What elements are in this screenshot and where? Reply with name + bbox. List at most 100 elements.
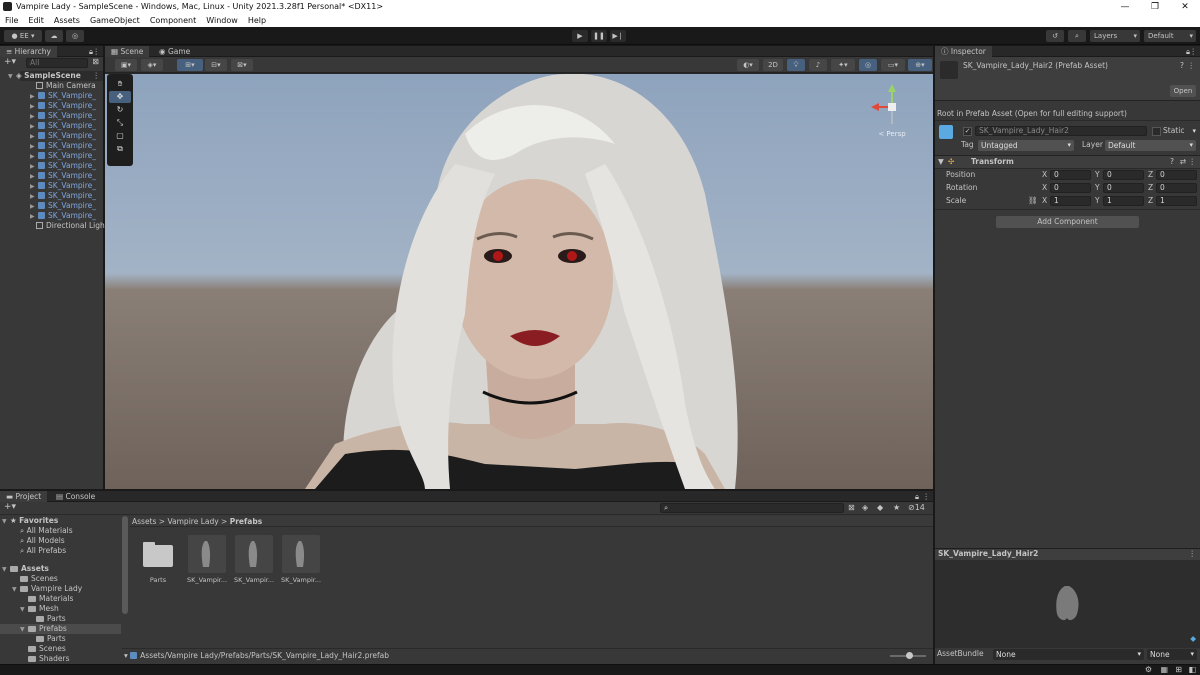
breadcrumb-item[interactable]: Vampire Lady [167, 517, 218, 526]
grid-snap-icon[interactable]: ⊞▾ [177, 59, 203, 71]
tab-project[interactable]: ▬ Project [0, 491, 48, 502]
visibility-icon[interactable]: ◎ [859, 59, 877, 71]
rotation-z[interactable]: 0 [1156, 183, 1197, 193]
hierarchy-item[interactable]: ▶ SK_Vampire_ [30, 111, 96, 121]
account-dropdown[interactable]: ● EE ▾ [4, 30, 42, 42]
hand-tool-icon[interactable]: ✋︎ [109, 78, 131, 90]
menu-component[interactable]: Component [145, 14, 201, 27]
hidden-packages-icon[interactable]: ⊘14 [908, 503, 925, 512]
add-component-button[interactable]: Add Component [996, 216, 1139, 228]
zoom-slider-handle[interactable] [906, 652, 913, 659]
toggle-2d-button[interactable]: 2D [763, 59, 783, 71]
static-dropdown[interactable] [1191, 126, 1199, 137]
hierarchy-item[interactable]: ▶ SK_Vampire_ [30, 181, 96, 191]
layers-dropdown[interactable]: Layers ▾ [1090, 30, 1140, 42]
scale-tool-icon[interactable]: ⤡ [109, 117, 131, 129]
prefab-thumbnail[interactable] [235, 535, 273, 573]
hierarchy-item[interactable]: ▶ SK_Vampire_ [30, 151, 96, 161]
asset-label[interactable]: SK_Vampir... [183, 576, 231, 584]
tree-scrollbar[interactable] [122, 516, 128, 614]
filter-icon[interactable]: ⊠ [92, 57, 99, 66]
folder-item[interactable]: Shaders [28, 654, 69, 664]
render-mode-icon[interactable]: ◈▾ [141, 59, 163, 71]
move-tool-icon[interactable]: ✥ [109, 91, 131, 103]
folder-item-selected[interactable]: ▼ Prefabs [0, 624, 121, 634]
menu-assets[interactable]: Assets [49, 14, 85, 27]
folder-item[interactable]: Scenes [28, 644, 66, 654]
menu-window[interactable]: Window [201, 14, 243, 27]
tab-console[interactable]: ▤ Console [50, 491, 101, 502]
lighting-icon[interactable]: 💡︎ [787, 59, 805, 71]
pause-button[interactable]: ❚❚ [591, 30, 607, 42]
menu-file[interactable]: File [0, 14, 23, 27]
tab-hierarchy[interactable]: ≡ Hierarchy [0, 46, 57, 57]
menu-help[interactable]: Help [243, 14, 271, 27]
rotation-y[interactable]: 0 [1103, 183, 1144, 193]
scale-x[interactable]: 1 [1050, 196, 1091, 206]
rect-tool-icon[interactable]: ▢ [109, 130, 131, 142]
hierarchy-item[interactable]: ▶ SK_Vampire_ [30, 141, 96, 151]
minimize-icon[interactable]: — [1110, 0, 1140, 14]
folder-item[interactable]: Parts [36, 614, 66, 624]
cloud-icon[interactable]: ☁ [45, 30, 63, 42]
history-icon[interactable]: ↺ [1046, 30, 1064, 42]
help-icon[interactable]: ? [1170, 157, 1174, 167]
more-icon[interactable]: ⋮ [1189, 549, 1197, 559]
favorite-item[interactable]: ⌕ All Materials [20, 526, 73, 536]
folder-item[interactable]: Scenes [20, 574, 58, 584]
effects-icon[interactable]: ✦▾ [831, 59, 855, 71]
search-type-icon[interactable]: ⊠ [848, 503, 855, 512]
more-icon[interactable]: ⋮ [923, 491, 931, 502]
breadcrumb-item[interactable]: Assets [132, 517, 156, 526]
create-icon[interactable]: +▾ [4, 502, 16, 512]
transform-header[interactable]: ▼ ✣ Transform ? ⇄ ⋮ [935, 155, 1200, 169]
settings-icon[interactable]: ⋮ [1188, 61, 1196, 71]
hierarchy-item[interactable]: ▶ SK_Vampire_ [30, 91, 96, 101]
favorites-header[interactable]: ▼ ★ Favorites [2, 516, 58, 526]
position-y[interactable]: 0 [1103, 170, 1144, 180]
hierarchy-item[interactable]: Main Camera [36, 81, 96, 91]
assets-root[interactable]: ▼ Assets [2, 564, 49, 574]
collapse-arrow-icon[interactable]: ▼ [938, 157, 944, 167]
hierarchy-item[interactable]: ▶ SK_Vampire_ [30, 201, 96, 211]
breadcrumb-current[interactable]: Prefabs [230, 517, 262, 526]
folder-item[interactable]: ▼ Vampire Lady [12, 584, 82, 594]
variant-dropdown[interactable]: None [1147, 649, 1197, 660]
more-icon[interactable]: ⋮ [93, 46, 101, 57]
hierarchy-item[interactable]: ▶ SK_Vampire_ [30, 211, 96, 221]
favorite-icon[interactable]: ★ [893, 503, 900, 512]
rotation-x[interactable]: 0 [1050, 183, 1091, 193]
close-icon[interactable]: ✕ [1170, 0, 1200, 14]
more-icon[interactable]: ⋮ [1190, 46, 1198, 57]
collapse-arrow-icon[interactable]: ▾ [124, 651, 128, 660]
tab-inspector[interactable]: ⓘ Inspector [935, 46, 992, 57]
collab-icon[interactable]: ◎ [66, 30, 84, 42]
hierarchy-item[interactable]: Directional Ligh [36, 221, 105, 231]
cache-server-icon[interactable]: ⚙ [1145, 665, 1152, 674]
component-menu-icon[interactable]: ⋮ [1189, 157, 1197, 167]
scene-root[interactable]: ▼ ◈ SampleScene ⋮ [8, 71, 103, 81]
folder-item[interactable]: Parts [36, 634, 66, 644]
static-checkbox[interactable] [1152, 127, 1161, 136]
preset-icon[interactable]: ⇄ [1180, 157, 1186, 167]
favorite-item[interactable]: ⌕ All Prefabs [20, 546, 66, 556]
search-label-icon[interactable]: ◈ [862, 503, 868, 512]
tab-game[interactable]: ◉ Game [153, 46, 196, 57]
open-button[interactable]: Open [1170, 85, 1196, 97]
orientation-gizmo[interactable]: < Persp [869, 84, 915, 140]
help-icon[interactable]: ? [1180, 61, 1184, 71]
rotate-tool-icon[interactable]: ↻ [109, 104, 131, 116]
asset-preview[interactable]: ◆ [935, 560, 1200, 648]
graph-icon[interactable]: ▦ [1160, 665, 1168, 674]
asset-label[interactable]: Parts [134, 576, 182, 584]
hierarchy-item[interactable]: ▶ SK_Vampire_ [30, 101, 96, 111]
prefab-thumbnail[interactable] [282, 535, 320, 573]
search-icon[interactable]: ⌕ [1068, 30, 1086, 42]
link-icon[interactable]: ⛓ [1028, 196, 1038, 206]
network-icon[interactable]: ⊞ [1175, 665, 1182, 674]
asset-tag-icon[interactable]: ◆ [1190, 634, 1196, 644]
hierarchy-item[interactable]: ▶ SK_Vampire_ [30, 121, 96, 131]
tab-scene[interactable]: ▦ Scene [105, 46, 150, 57]
scale-y[interactable]: 1 [1103, 196, 1144, 206]
object-name-field[interactable]: SK_Vampire_Lady_Hair2 [975, 126, 1147, 136]
